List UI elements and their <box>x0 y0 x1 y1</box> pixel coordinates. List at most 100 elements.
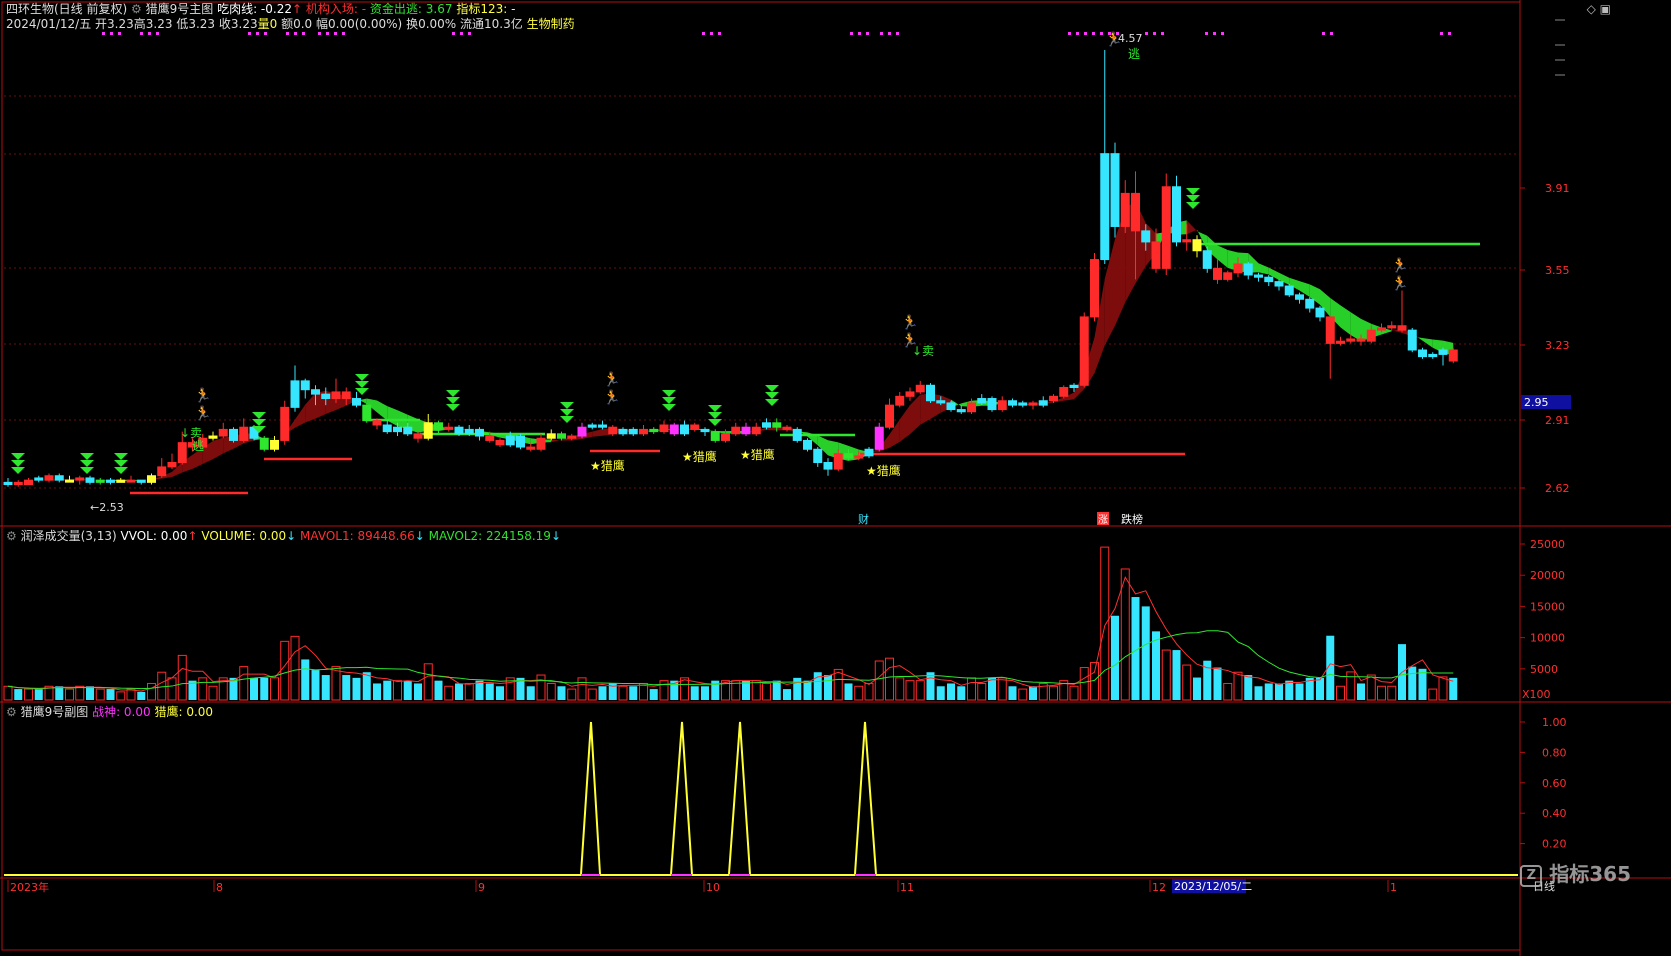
candle-body <box>1243 263 1253 276</box>
candle-body <box>1377 327 1386 331</box>
volume-bar <box>854 685 864 701</box>
candle-body <box>259 437 269 450</box>
ma-ribbon-segment <box>551 439 562 443</box>
volume-bar <box>167 677 177 701</box>
down-arrow-icon <box>560 409 574 416</box>
signal-dot <box>102 32 105 35</box>
candle-body <box>372 420 382 426</box>
volume-bar <box>280 640 290 701</box>
candle-body <box>1284 285 1294 296</box>
candle-body <box>803 439 812 450</box>
ma-ribbon-segment <box>766 427 777 431</box>
signal-dot <box>326 32 329 35</box>
candle-body <box>1069 384 1079 389</box>
candle-body <box>495 439 505 446</box>
down-arrow-icon <box>560 402 574 409</box>
down-arrow-icon: ↓ <box>414 529 425 543</box>
volume-bar <box>1408 666 1417 700</box>
price-tick-label: 3.55 <box>1545 264 1570 277</box>
signal-dot <box>1068 32 1071 35</box>
volume-bar <box>75 685 85 701</box>
volume-bar <box>1346 671 1356 701</box>
candle-body <box>1418 349 1427 358</box>
settings-icon[interactable]: ⚙ <box>131 2 142 16</box>
signal-dot <box>1221 32 1224 35</box>
volume-bar <box>690 686 699 700</box>
candle-body <box>341 391 351 400</box>
volume-bar <box>1336 685 1345 701</box>
candle-body <box>639 428 648 435</box>
settings-icon[interactable]: ⚙ <box>6 705 17 719</box>
volume-tick-label: 15000 <box>1530 600 1565 613</box>
stock-title[interactable]: 四环生物(日线 前复权) <box>6 2 127 16</box>
candle-body <box>1038 400 1048 406</box>
volume-bar <box>455 683 463 700</box>
volume-panel-title[interactable]: 润泽成交量(3,13) <box>21 529 117 543</box>
volume-bar <box>1111 615 1119 700</box>
candle-body <box>1120 192 1130 227</box>
volume-bar <box>106 689 115 700</box>
candle-body <box>854 455 864 459</box>
quote-low: 低3.23 <box>176 17 216 31</box>
candle-body <box>382 424 392 433</box>
volume-bar <box>342 675 351 700</box>
volume-bar <box>1295 683 1304 700</box>
candle-body <box>1448 349 1458 362</box>
quote-sector[interactable]: 生物制药 <box>527 17 575 31</box>
volume-bar <box>1438 676 1448 701</box>
time-highlight-label: 2023/12/05/二 <box>1174 880 1252 893</box>
candle-body <box>997 400 1007 411</box>
volume-bar <box>14 689 23 700</box>
candle-body <box>239 426 249 441</box>
quote-open: 开3.23 <box>95 17 134 31</box>
signal-dot <box>256 32 259 35</box>
chart-canvas[interactable]: 3.913.553.232.912.622.95🏃🏃🏃🏃🏃🏃🏃🏃🏃↓卖逃↓卖逃4… <box>0 0 1671 956</box>
candle-body <box>280 406 290 441</box>
volume-bar <box>311 670 320 700</box>
volume-bar <box>701 686 709 700</box>
candle-body <box>270 439 279 450</box>
candle-body <box>1100 153 1110 261</box>
diamond-icon[interactable]: ◇ <box>1587 2 1596 16</box>
down-arrow-icon <box>252 412 266 419</box>
candle-body <box>44 475 54 481</box>
volume-panel-header: ⚙ 润泽成交量(3,13) VVOL: 0.00↑ VOLUME: 0.00↓ … <box>6 529 561 543</box>
down-arrow-icon <box>446 390 460 397</box>
eat-meat-line: 吃肉线: -0.22 <box>217 2 292 16</box>
candle-body <box>1161 186 1171 269</box>
settings-icon[interactable]: ⚙ <box>6 529 17 543</box>
candle-body <box>1182 239 1192 243</box>
volume-bar <box>874 660 884 701</box>
candle-body <box>454 426 464 435</box>
candle-body <box>628 428 638 435</box>
signal-dot <box>110 32 113 35</box>
candle-body <box>1059 387 1069 397</box>
candle-body <box>669 424 679 435</box>
sub-panel-title[interactable]: 猎鹰9号副图 <box>21 705 89 719</box>
candle-body <box>895 395 905 406</box>
candle-body <box>106 479 115 483</box>
formula-name[interactable]: 猎鹰9号主图 <box>146 2 214 16</box>
square-icon[interactable]: ▣ <box>1600 2 1611 16</box>
volume-bar <box>1049 685 1058 701</box>
volume-bar <box>1377 685 1386 701</box>
lieying-spike <box>854 721 877 875</box>
candle-body <box>352 398 361 406</box>
candle-body <box>557 433 566 439</box>
volume-bar <box>24 688 33 701</box>
volume-bar <box>137 691 146 700</box>
mavol1-line <box>7 576 1454 692</box>
candle-body <box>1028 402 1038 406</box>
volume-bar <box>1161 649 1171 701</box>
candle-body <box>1079 316 1089 386</box>
price-tick-label: 3.23 <box>1545 339 1570 352</box>
candle-body <box>95 479 105 483</box>
down-arrow-icon <box>11 467 25 474</box>
volume-bar <box>926 672 935 700</box>
volume-bar <box>824 675 832 700</box>
volume-bar <box>86 686 94 700</box>
volume-bar <box>331 666 341 701</box>
candle-body <box>34 477 44 481</box>
zhang-marker: 涨 <box>1098 514 1108 526</box>
volume-bar <box>352 677 361 700</box>
